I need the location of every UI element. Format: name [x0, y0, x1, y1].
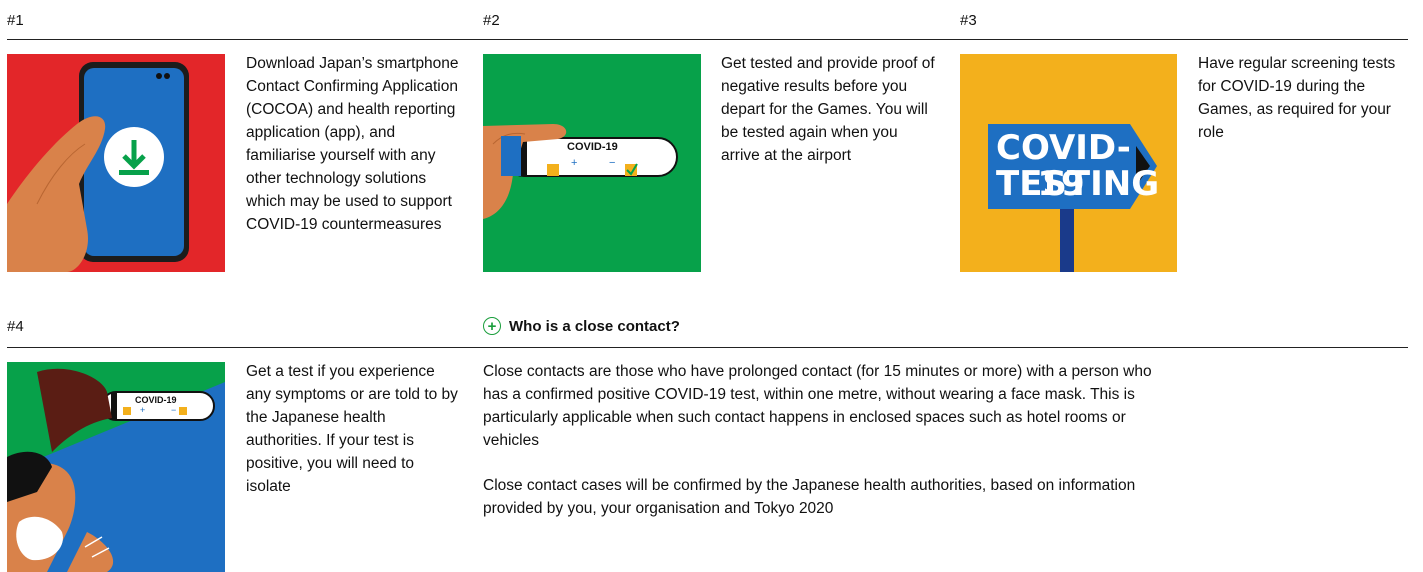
close-contact-paragraph-1: Close contacts are those who have prolon… [483, 363, 1152, 449]
step-3-image: COVID-19 TESTING [960, 54, 1177, 272]
divider-top [7, 39, 1408, 40]
step-3-text: Have regular screening tests for COVID-1… [1198, 55, 1396, 141]
step-4-strip-label: COVID-19 [135, 395, 177, 405]
step-1-text: Download Japan’s smartphone Contact Conf… [246, 55, 459, 233]
step-2-strip-plus: + [571, 157, 578, 169]
step-2-strip-minus: − [609, 157, 616, 169]
step-4-number: #4 [7, 318, 24, 335]
step-1-number: #1 [7, 12, 24, 29]
person-test-illustration [7, 362, 225, 572]
step-2-number: #2 [483, 12, 500, 29]
step-4-image: COVID-19 + − [7, 362, 225, 572]
test-strip-illustration [483, 54, 701, 272]
phone-download-illustration [7, 54, 225, 272]
close-contact-paragraph-2: Close contact cases will be confirmed by… [483, 477, 1136, 517]
step-4-strip-plus: + [140, 405, 146, 415]
step-2-image: COVID-19 + − [483, 54, 701, 272]
divider-middle [7, 347, 1408, 348]
step-2-text: Get tested and provide proof of negative… [721, 55, 935, 164]
step-4-text: Get a test if you experience any symptom… [246, 363, 458, 495]
step-2-strip-label: COVID-19 [567, 141, 618, 153]
close-contact-title: Who is a close contact? [509, 317, 680, 335]
step-1-image [7, 54, 225, 272]
step-3-sign-line2: TESTING [996, 164, 1160, 204]
close-contact-toggle[interactable]: + Who is a close contact? [483, 317, 680, 335]
step-3-number: #3 [960, 12, 977, 29]
plus-circle-icon[interactable]: + [483, 317, 501, 335]
close-contact-body: Close contacts are those who have prolon… [483, 360, 1173, 542]
step-4-strip-minus: − [171, 405, 177, 415]
